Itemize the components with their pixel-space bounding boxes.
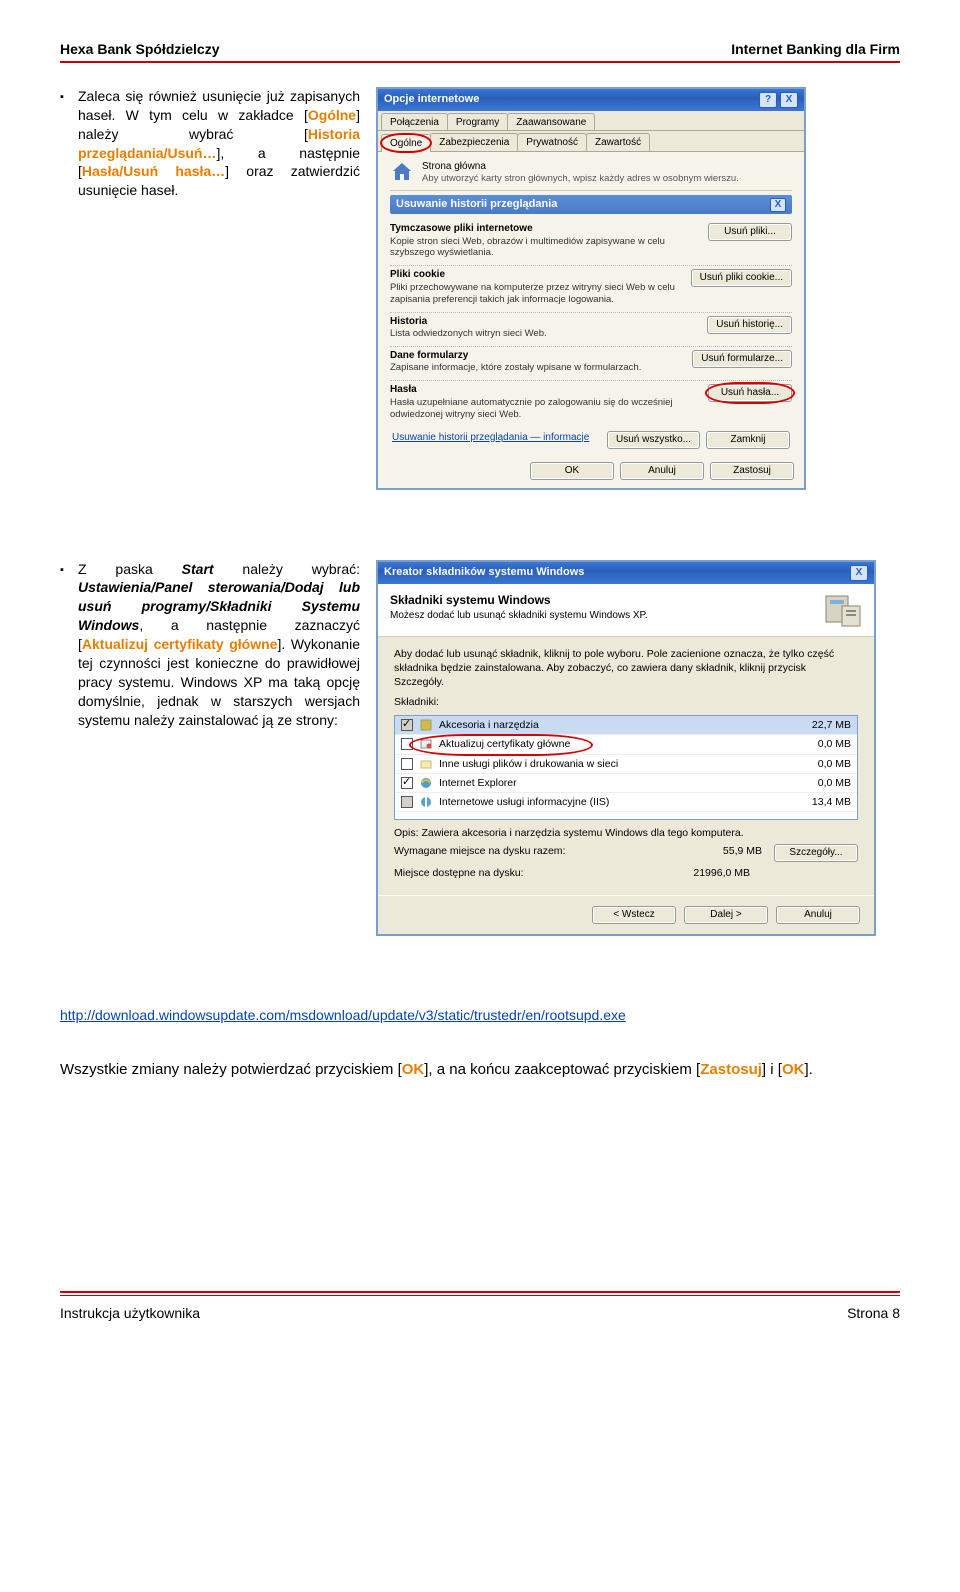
- checkbox[interactable]: [401, 738, 413, 750]
- header-left: Hexa Bank Spółdzielczy: [60, 40, 220, 59]
- header-rule: [60, 61, 900, 63]
- footer-right: Strona 8: [847, 1304, 900, 1323]
- help-button[interactable]: ?: [759, 92, 777, 108]
- sub-close-button[interactable]: X: [770, 198, 786, 212]
- tab-zawartosc[interactable]: Zawartość: [586, 133, 650, 151]
- bullet-2: Z paska Start należy wybrać: Ustawienia/…: [78, 560, 360, 730]
- bullet-1: Zaleca się również usunięcie już zapisan…: [78, 87, 360, 200]
- component-size: 0,0 MB: [787, 737, 851, 751]
- header-right: Internet Banking dla Firm: [731, 40, 900, 59]
- available-space: Miejsce dostępne na dysku: 21996,0 MB: [394, 866, 858, 880]
- close-sub-button[interactable]: Zamknij: [706, 431, 790, 449]
- sub-dialog-title: Usuwanie historii przeglądania X: [390, 195, 792, 214]
- anuluj-button[interactable]: Anuluj: [620, 462, 704, 480]
- checkbox[interactable]: [401, 719, 413, 731]
- tools-icon: [419, 718, 433, 732]
- kreator-close-button[interactable]: X: [850, 565, 868, 581]
- closing-paragraph: Wszystkie zmiany należy potwierdzać przy…: [60, 1060, 900, 1080]
- info-link[interactable]: Usuwanie historii przeglądania — informa…: [392, 431, 589, 449]
- checkbox[interactable]: [401, 777, 413, 789]
- components-list[interactable]: Akcesoria i narzędzia 22,7 MB Aktualizuj c…: [394, 715, 858, 820]
- tab-programy[interactable]: Programy: [447, 113, 508, 131]
- tabs-row-2: Ogólne Zabezpieczenia Prywatność Zawarto…: [378, 131, 804, 152]
- component-item[interactable]: Akcesoria i narzędzia 22,7 MB: [395, 716, 857, 735]
- list-label: Składniki:: [394, 695, 858, 709]
- anuluj-button-2[interactable]: Anuluj: [776, 906, 860, 924]
- component-label: Aktualizuj certyfikaty główne: [439, 737, 781, 751]
- server-icon: [822, 592, 862, 628]
- component-item[interactable]: Inne usługi plików i drukowania w sieci 0…: [395, 755, 857, 774]
- group-row: HasłaHasła uzupełniane automatycznie po …: [390, 381, 792, 426]
- component-size: 13,4 MB: [787, 795, 851, 809]
- footer-rule-bottom: [60, 1295, 900, 1296]
- details-button[interactable]: Szczegóły...: [774, 844, 858, 862]
- component-size: 0,0 MB: [787, 776, 851, 790]
- close-button[interactable]: X: [780, 92, 798, 108]
- group-action-button[interactable]: Usuń pliki...: [708, 223, 792, 241]
- tabs-row-1: Połączenia Programy Zaawansowane: [378, 111, 804, 132]
- group-row: Dane formularzyZapisane informacje, któr…: [390, 347, 792, 381]
- component-size: 22,7 MB: [787, 718, 851, 732]
- component-label: Internetowe usługi informacyjne (IIS): [439, 795, 781, 809]
- component-item[interactable]: Aktualizuj certyfikaty główne 0,0 MB: [395, 735, 857, 754]
- opis-row: Opis: Zawiera akcesoria i narzędzia syst…: [394, 826, 858, 840]
- checkbox[interactable]: [401, 796, 413, 808]
- dialog-title: Opcje internetowe: [384, 92, 479, 107]
- kreator-head-text: Składniki systemu Windows Możesz dodać l…: [390, 592, 810, 624]
- component-label: Inne usługi plików i drukowania w sieci: [439, 757, 781, 771]
- component-size: 0,0 MB: [787, 757, 851, 771]
- page-footer: Instrukcja użytkownika Strona 8: [60, 1304, 900, 1323]
- group-action-button[interactable]: Usuń pliki cookie...: [691, 269, 792, 287]
- delete-all-button[interactable]: Usuń wszystko...: [607, 431, 700, 449]
- tab-ogolne[interactable]: Ogólne: [381, 134, 431, 152]
- section-1: Zaleca się również usunięcie już zapisan…: [60, 87, 900, 490]
- checkbox[interactable]: [401, 758, 413, 770]
- component-label: Internet Explorer: [439, 776, 781, 790]
- ok-button[interactable]: OK: [530, 462, 614, 480]
- home-text: Strona główna Aby utworzyć karty stron g…: [422, 160, 739, 186]
- tab-prywatnosc[interactable]: Prywatność: [517, 133, 587, 151]
- cert-icon: [419, 737, 433, 751]
- ie-icon: [419, 776, 433, 790]
- home-icon: [390, 160, 414, 184]
- required-space: Wymagane miejsce na dysku razem: 55,9 MB…: [394, 844, 858, 862]
- group-row: Pliki cookiePliki przechowywane na kompu…: [390, 266, 792, 312]
- net-icon: [419, 757, 433, 771]
- page-header: Hexa Bank Spółdzielczy Internet Banking …: [60, 40, 900, 59]
- download-link-row: http://download.windowsupdate.com/msdown…: [60, 1006, 900, 1025]
- footer-left: Instrukcja użytkownika: [60, 1304, 200, 1323]
- zastosuj-button[interactable]: Zastosuj: [710, 462, 794, 480]
- sub-bottom-row: Usuwanie historii przeglądania — informa…: [390, 427, 792, 451]
- titlebar: Opcje internetowe ? X: [378, 89, 804, 111]
- component-item[interactable]: Internet Explorer 0,0 MB: [395, 774, 857, 793]
- wstecz-button[interactable]: < Wstecz: [592, 906, 676, 924]
- group-action-button[interactable]: Usuń hasła...: [708, 384, 792, 402]
- kreator-instr: Aby dodać lub usunąć składnik, kliknij t…: [394, 647, 858, 690]
- dalej-button[interactable]: Dalej >: [684, 906, 768, 924]
- footer-rule-top: [60, 1291, 900, 1293]
- tab-polaczenia[interactable]: Połączenia: [381, 113, 448, 131]
- component-item[interactable]: Internetowe usługi informacyjne (IIS) 13,…: [395, 793, 857, 812]
- kreator-footer: < Wstecz Dalej > Anuluj: [378, 895, 874, 934]
- iis-icon: [419, 795, 433, 809]
- component-label: Akcesoria i narzędzia: [439, 718, 781, 732]
- group-row: Tymczasowe pliki internetoweKopie stron …: [390, 220, 792, 266]
- kreator-titlebar: Kreator składników systemu Windows X: [378, 562, 874, 584]
- kreator-title: Kreator składników systemu Windows: [384, 565, 584, 580]
- section-2: Z paska Start należy wybrać: Ustawienia/…: [60, 560, 900, 936]
- download-link[interactable]: http://download.windowsupdate.com/msdown…: [60, 1007, 626, 1023]
- group-action-button[interactable]: Usuń formularze...: [692, 350, 792, 368]
- group-action-button[interactable]: Usuń historię...: [707, 316, 792, 334]
- tab-zabezpieczenia[interactable]: Zabezpieczenia: [430, 133, 518, 151]
- dialog-opcje-internetowe: Opcje internetowe ? X Połączenia Program…: [376, 87, 806, 490]
- dialog-action-row: OK Anuluj Zastosuj: [378, 456, 804, 488]
- dialog-kreator: Kreator składników systemu Windows X Skł…: [376, 560, 876, 936]
- tab-zaawansowane[interactable]: Zaawansowane: [507, 113, 595, 131]
- group-row: HistoriaLista odwiedzonych witryn sieci …: [390, 313, 792, 347]
